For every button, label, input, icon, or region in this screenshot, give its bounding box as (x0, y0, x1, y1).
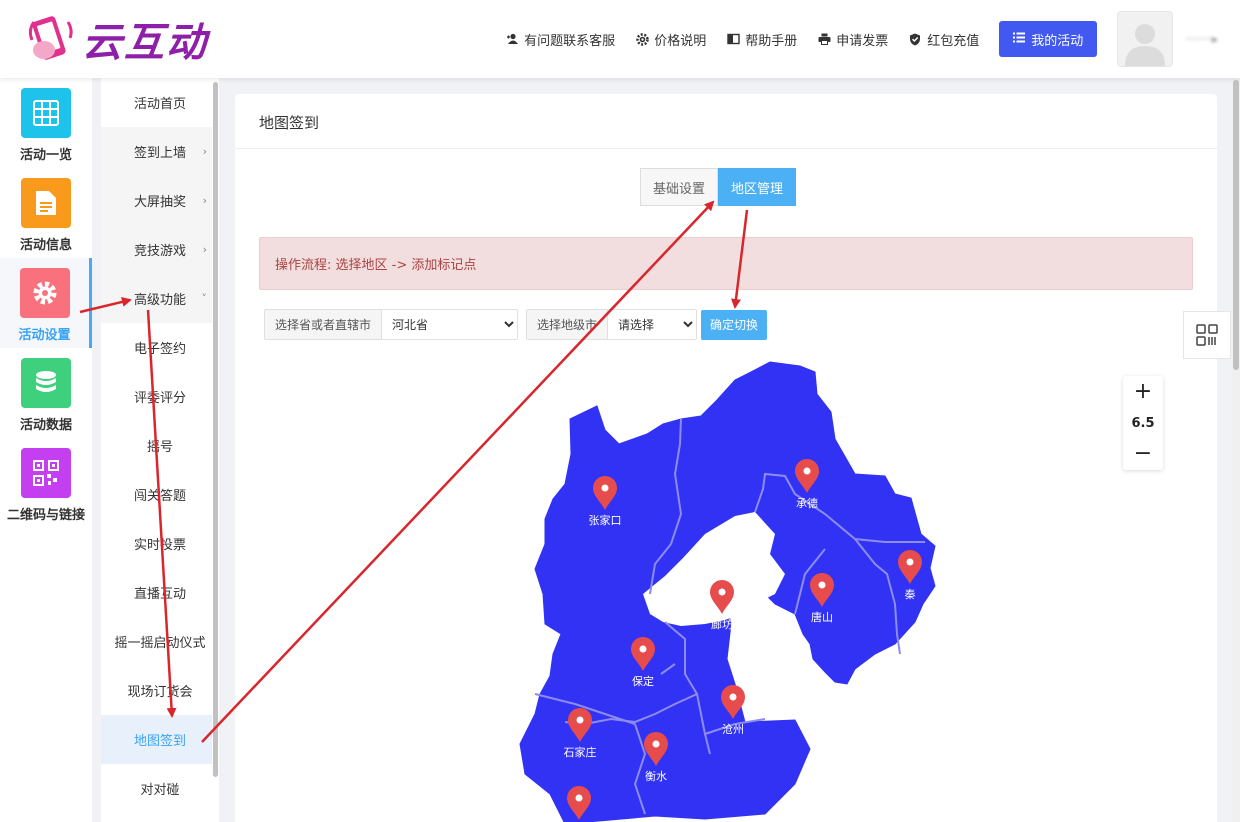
city-label: 唐山 (811, 610, 833, 624)
invoice-link[interactable]: 申请发票 (817, 30, 888, 49)
map-pin-dot (575, 794, 583, 802)
menu-item-activity-home[interactable]: 活动首页 (101, 78, 219, 127)
printer-icon (817, 32, 831, 46)
menu-item-live-vote[interactable]: 实时投票 (101, 519, 219, 568)
shield-check-icon (908, 32, 922, 46)
logo[interactable]: 云互动 (20, 10, 208, 68)
menu-item-quiz[interactable]: 闯关答题 (101, 470, 219, 519)
icon-sidebar: 活动一览 活动信息 活动设置 活动数据 二维码与链接 (0, 78, 92, 822)
menu-item-judge-score[interactable]: 评委评分 (101, 372, 219, 421)
city-label: 衡水 (645, 770, 667, 783)
top-header: 云互动 有问题联系客服 价格说明 帮助手册 申请发票 红包充值 我的活动 ···… (0, 0, 1240, 78)
phone-logo-icon (20, 10, 78, 68)
grid-icon (21, 88, 71, 138)
qrcode-icon (1196, 324, 1218, 346)
zoom-control: + 6.5 − (1123, 376, 1163, 470)
menu-item-competitive-games[interactable]: 竞技游戏 › (101, 225, 219, 274)
sidebar-item-activity-overview[interactable]: 活动一览 (0, 78, 92, 168)
contact-support-link[interactable]: 有问题联系客服 (505, 30, 615, 49)
menu-item-advanced-features[interactable]: 高级功能 ˅ (101, 274, 219, 323)
city-label: 承德 (796, 496, 818, 510)
map-pin-dot (729, 693, 737, 701)
sidebar-item-activity-info[interactable]: 活动信息 (0, 168, 92, 258)
chevron-down-icon: ˅ (201, 292, 208, 305)
menu-item-match-pair[interactable]: 对对碰 (101, 764, 219, 813)
avatar[interactable] (1117, 11, 1174, 67)
submenu-scrollbar[interactable] (213, 82, 218, 777)
help-manual-link[interactable]: 帮助手册 (726, 30, 797, 49)
logo-text: 云互动 (82, 20, 208, 66)
page-scrollbar[interactable] (1233, 80, 1239, 370)
chevron-right-icon: › (202, 145, 207, 158)
hebei-map[interactable]: 张家口 承德秦廊坊 唐山保定沧州石家庄衡水 (235, 94, 1217, 822)
menu-item-map-checkin[interactable]: 地图签到 (101, 715, 219, 764)
floating-qrcode-button[interactable] (1183, 311, 1231, 359)
zoom-level: 6.5 (1131, 415, 1155, 431)
username[interactable]: ·······▸ (1185, 32, 1218, 46)
map-pin-dot (639, 645, 647, 653)
map-pin-dot (718, 588, 726, 596)
city-label: 石家庄 (564, 745, 597, 759)
main-card: 地图签到 基础设置 地区管理 操作流程: 选择地区 -> 添加标记点 选择省或者… (235, 94, 1217, 822)
list-icon (1013, 32, 1026, 47)
map-pin-dot (818, 581, 826, 589)
map-pin-dot (906, 558, 914, 566)
gear-icon (635, 32, 649, 46)
map-pin-dot (576, 716, 584, 724)
document-icon (21, 178, 71, 228)
gear-icon (19, 268, 70, 318)
map-pin-dot (601, 484, 609, 492)
menu-item-number-draw[interactable]: 摇号 (101, 421, 219, 470)
secondary-menu: 活动首页 签到上墙 › 大屏抽奖 › 竞技游戏 › 高级功能 ˅ 电子签约 评委评分 摇… (101, 78, 219, 822)
city-label: 秦 (905, 587, 916, 601)
database-icon (21, 358, 71, 408)
qrcode-icon (21, 448, 71, 498)
city-label: 沧州 (722, 722, 744, 736)
sidebar-item-qrcode-link[interactable]: 二维码与链接 (0, 438, 92, 528)
recharge-link[interactable]: 红包充值 (908, 30, 979, 49)
book-icon (726, 32, 740, 46)
top-nav: 有问题联系客服 价格说明 帮助手册 申请发票 红包充值 我的活动 ·······… (505, 0, 1240, 78)
my-activity-button[interactable]: 我的活动 (999, 21, 1098, 57)
add-user-icon (505, 32, 519, 46)
zoom-in-button[interactable]: + (1134, 380, 1152, 404)
city-label: 廊坊 (711, 617, 733, 631)
menu-item-checkin-wall[interactable]: 签到上墙 › (101, 127, 219, 176)
menu-item-order-fair[interactable]: 现场订货会 (101, 666, 219, 715)
zoom-out-button[interactable]: − (1134, 442, 1152, 466)
menu-item-e-sign[interactable]: 电子签约 (101, 323, 219, 372)
menu-item-big-screen-lottery[interactable]: 大屏抽奖 › (101, 176, 219, 225)
city-label: 张家口 (589, 513, 622, 527)
menu-item-shake-ceremony[interactable]: 摇一摇启动仪式 (101, 617, 219, 666)
menu-item-live-interaction[interactable]: 直播互动 (101, 568, 219, 617)
sidebar-item-activity-settings[interactable]: 活动设置 (0, 258, 92, 348)
pricing-link[interactable]: 价格说明 (635, 30, 706, 49)
chevron-right-icon: › (202, 243, 207, 256)
map-pin-dot (803, 467, 811, 475)
map-pin-dot (652, 740, 660, 748)
city-label: 保定 (632, 674, 654, 688)
chevron-right-icon: › (202, 194, 207, 207)
sidebar-item-activity-data[interactable]: 活动数据 (0, 348, 92, 438)
user-silhouette-icon (1125, 24, 1166, 66)
